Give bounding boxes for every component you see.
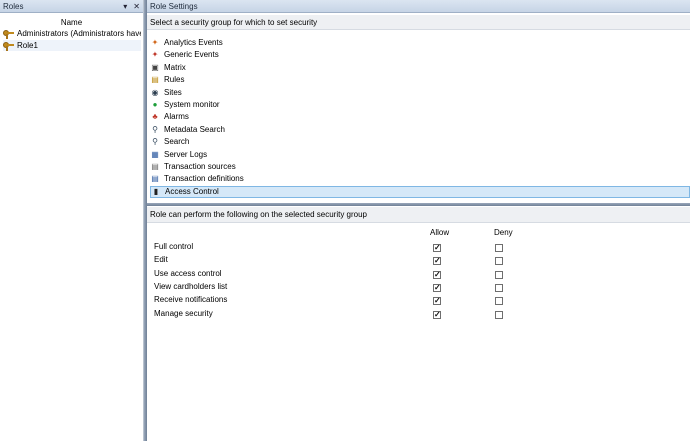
permission-label: View cardholders list — [154, 281, 228, 291]
deny-checkbox[interactable] — [495, 244, 503, 252]
security-group-item[interactable]: ▤ Rules — [150, 74, 690, 86]
server-logs-icon: ▦ — [151, 149, 159, 159]
security-group-item[interactable]: ▮ Access Control — [150, 185, 690, 198]
roles-pane: Roles ▾ ✕ Name Administrators (Administr… — [0, 0, 144, 441]
role-settings-pane: Role Settings Select a security group fo… — [147, 0, 690, 441]
analytics-events-icon: ✦ — [151, 38, 159, 47]
role-label: Role1 — [17, 41, 38, 50]
security-group-item[interactable]: ◉ Sites — [150, 87, 690, 99]
matrix-icon: ▣ — [151, 62, 159, 72]
security-group-label: Generic Events — [164, 50, 219, 60]
role-label: Administrators (Administrators have co — [17, 29, 141, 38]
security-group-label: Matrix — [164, 62, 186, 72]
allow-checkbox[interactable] — [433, 283, 441, 292]
role-settings-title: Role Settings — [150, 2, 198, 11]
allow-checkbox[interactable] — [433, 297, 441, 306]
security-group-label: System monitor — [164, 100, 220, 109]
security-group-label: Analytics Events — [164, 38, 223, 47]
access-control-icon: ▮ — [153, 186, 159, 196]
roles-pane-title: Roles — [3, 2, 24, 11]
transaction-definitions-icon: ▤ — [151, 174, 159, 184]
deny-column-header: Deny — [494, 228, 513, 237]
allow-checkbox[interactable] — [433, 310, 441, 319]
security-group-item[interactable]: ✦ Analytics Events — [150, 37, 690, 49]
close-icon[interactable]: ✕ — [133, 0, 140, 13]
security-group-item[interactable]: ▣ Matrix — [150, 62, 690, 74]
security-group-label: Metadata Search — [164, 124, 225, 134]
security-group-item[interactable]: ▦ Server Logs — [150, 149, 690, 161]
name-column-header[interactable]: Name — [0, 18, 143, 27]
security-group-item[interactable]: ▤ Transaction sources — [150, 161, 690, 173]
security-group-item[interactable]: ⚲ Search — [150, 136, 690, 148]
role-key-icon — [3, 29, 15, 39]
security-group-label: Search — [164, 137, 190, 147]
search-icon: ⚲ — [152, 137, 158, 147]
permission-label: Full control — [154, 242, 194, 251]
deny-checkbox[interactable] — [495, 310, 503, 319]
metadata-search-icon: ⚲ — [152, 124, 158, 134]
transaction-sources-icon: ▤ — [151, 162, 159, 171]
security-group-item[interactable]: ✦ Generic Events — [150, 49, 690, 61]
security-group-item[interactable]: ⚲ Metadata Search — [150, 124, 690, 136]
allow-checkbox[interactable] — [433, 270, 441, 279]
dropdown-icon[interactable]: ▾ — [123, 0, 127, 13]
deny-checkbox[interactable] — [495, 283, 503, 292]
security-groups-prompt-text: Select a security group for which to set… — [150, 18, 318, 27]
security-group-label: Server Logs — [164, 149, 208, 159]
permission-label: Use access control — [154, 268, 222, 278]
generic-events-icon: ✦ — [151, 50, 159, 60]
permission-label: Receive notifications — [154, 295, 228, 305]
deny-checkbox[interactable] — [495, 257, 503, 266]
permission-label: Manage security — [154, 308, 213, 318]
deny-checkbox[interactable] — [495, 270, 503, 279]
role-row[interactable]: Administrators (Administrators have co — [3, 28, 141, 39]
security-group-label: Transaction sources — [164, 162, 236, 171]
role-settings-header: Role Settings — [147, 0, 690, 13]
sites-icon: ◉ — [151, 87, 159, 97]
security-group-label: Sites — [164, 87, 182, 97]
security-group-label: Rules — [164, 75, 185, 85]
allow-column-header: Allow — [430, 228, 450, 237]
security-groups-prompt: Select a security group for which to set… — [147, 15, 690, 30]
role-row[interactable]: Role1 — [3, 40, 141, 51]
permission-label: Edit — [154, 255, 168, 265]
permissions-prompt-text: Role can perform the following on the se… — [150, 210, 368, 219]
security-group-label: Access Control — [165, 186, 219, 196]
section-divider[interactable] — [147, 203, 690, 206]
role-key-icon — [3, 41, 15, 51]
alarms-icon: ♣ — [152, 112, 158, 122]
system-monitor-icon: ● — [152, 100, 158, 109]
roles-pane-header: Roles ▾ ✕ — [0, 0, 143, 13]
security-group-item[interactable]: ▤ Transaction definitions — [150, 173, 690, 185]
allow-checkbox[interactable] — [433, 257, 441, 266]
security-group-label: Transaction definitions — [164, 174, 244, 184]
allow-checkbox[interactable] — [433, 244, 441, 252]
rules-icon: ▤ — [151, 75, 159, 85]
security-group-item[interactable]: ♣ Alarms — [150, 111, 690, 123]
deny-checkbox[interactable] — [495, 297, 503, 306]
security-group-item[interactable]: ● System monitor — [150, 99, 690, 111]
permissions-prompt: Role can perform the following on the se… — [147, 207, 690, 223]
security-group-label: Alarms — [164, 112, 189, 122]
